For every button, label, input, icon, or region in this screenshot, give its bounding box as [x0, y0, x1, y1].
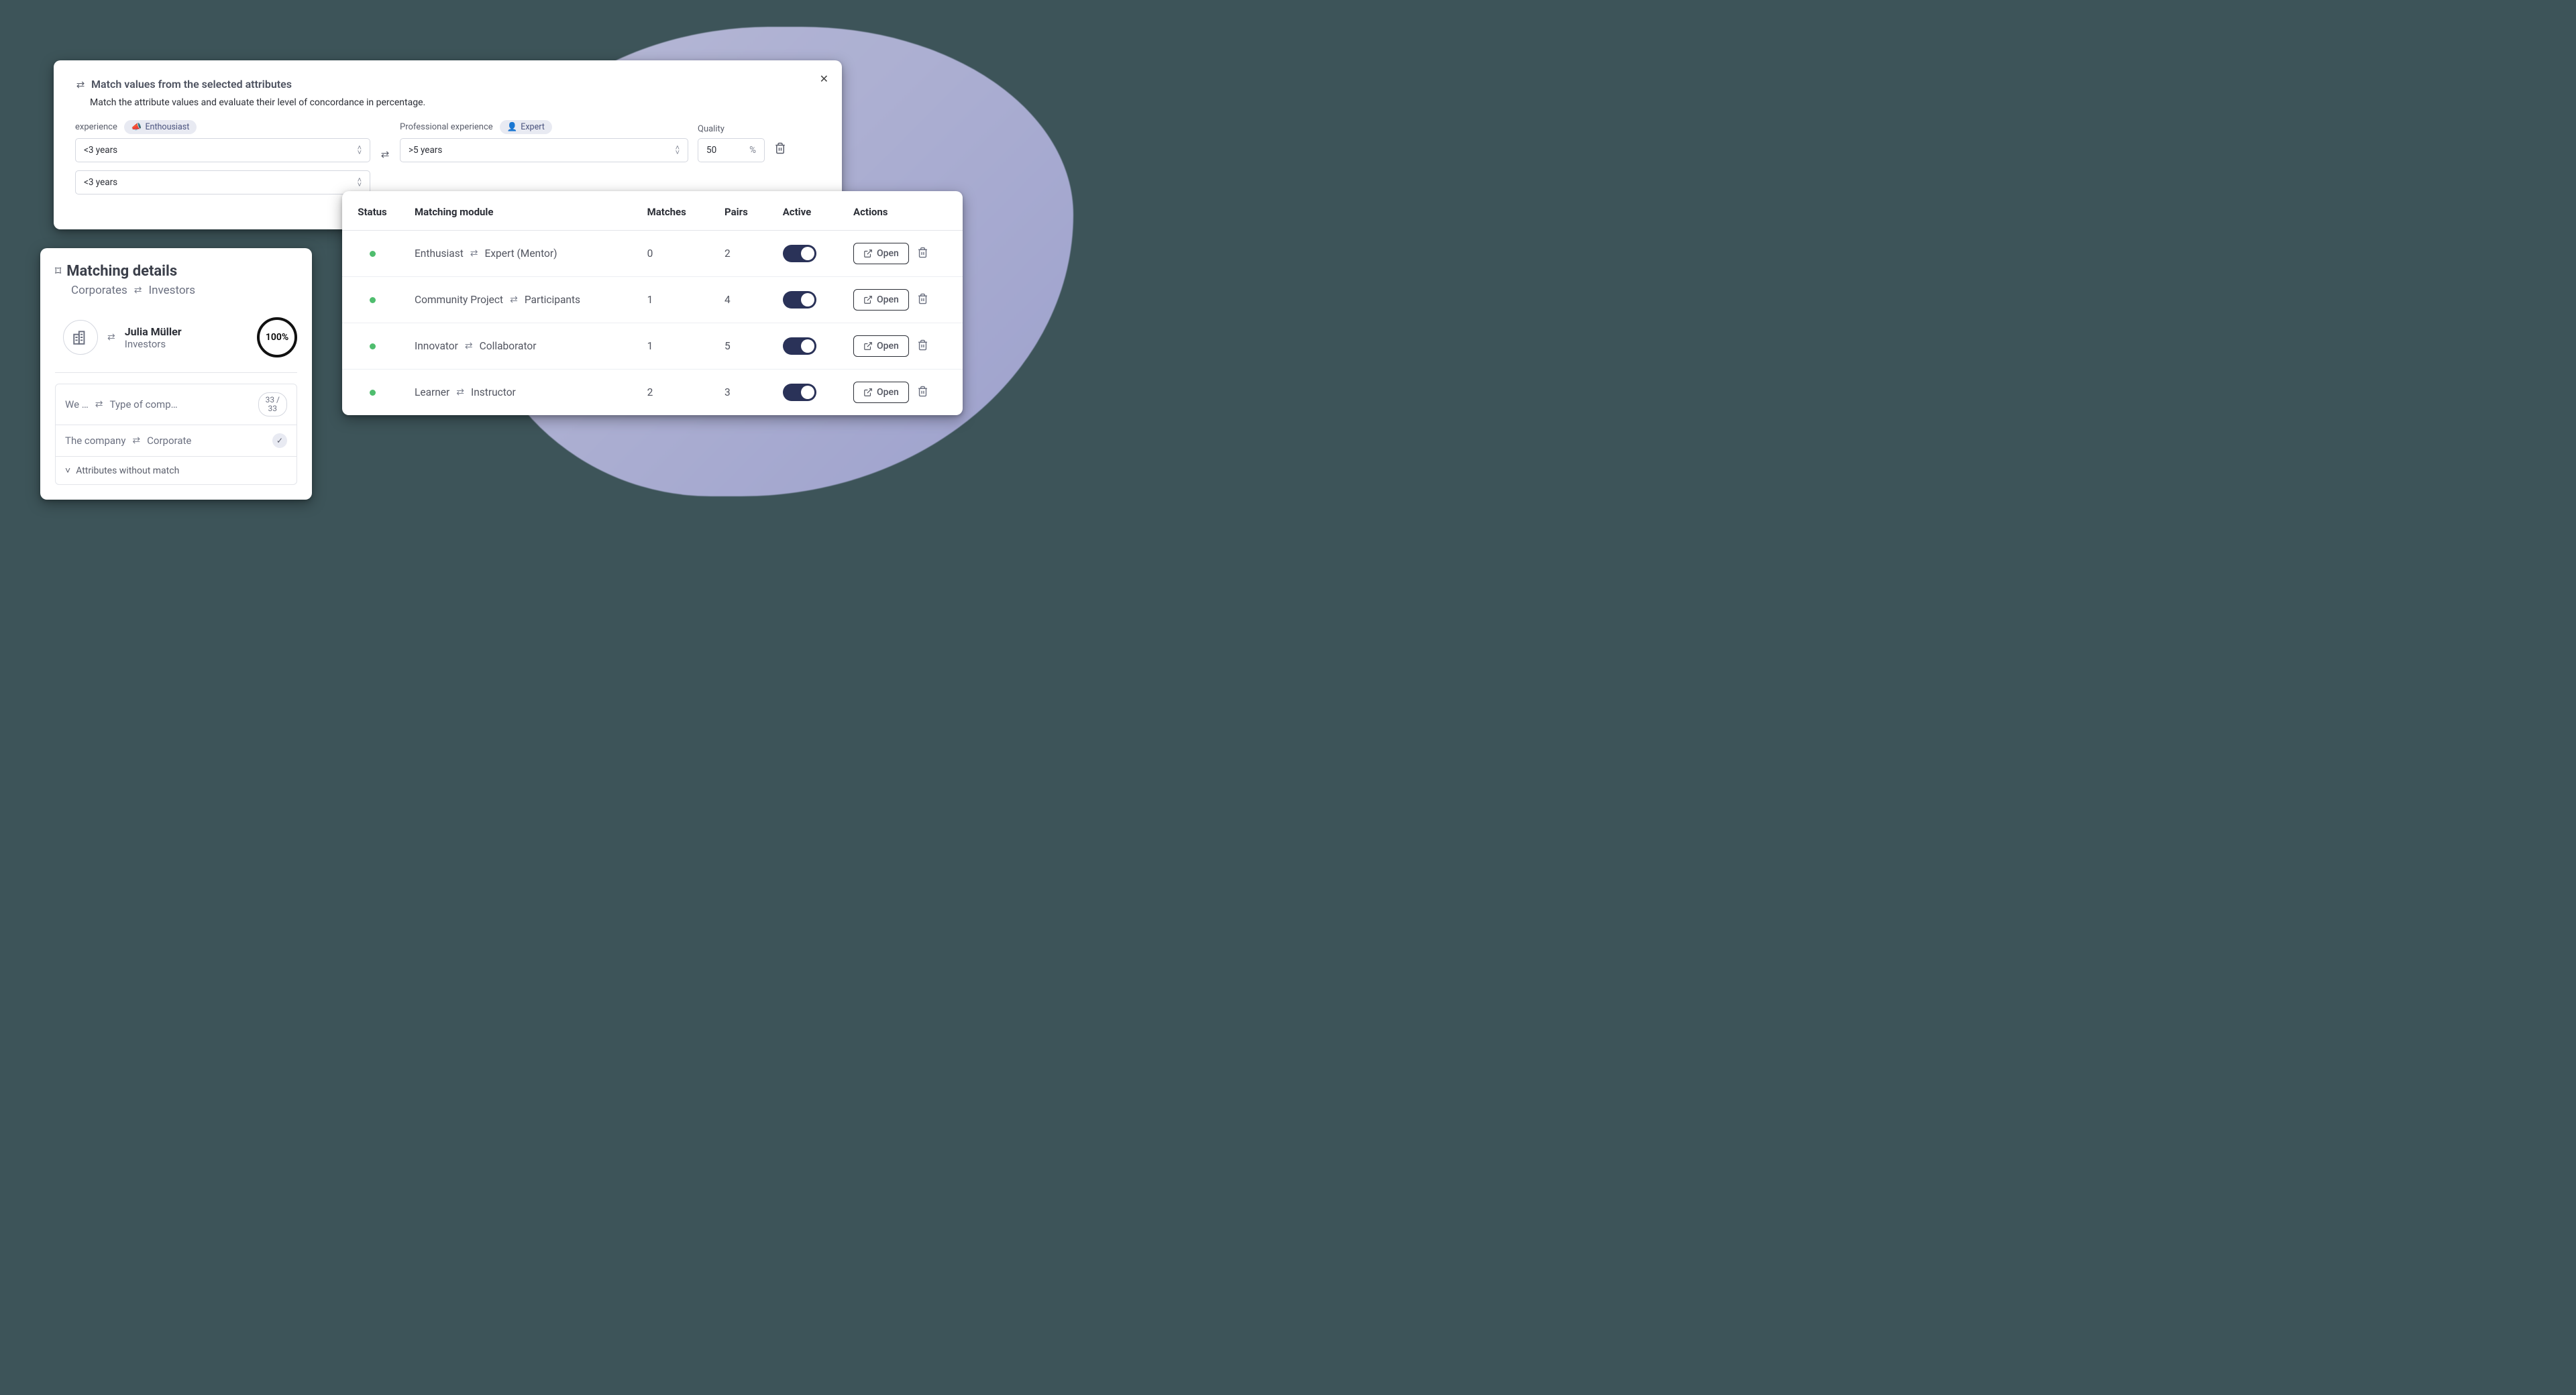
puzzle-icon	[55, 264, 61, 278]
module-cell: Community Project Participants	[415, 294, 623, 306]
experience-chip[interactable]: 📣 Enthousiast	[124, 120, 197, 134]
trash-icon[interactable]	[774, 142, 786, 162]
pairs-cell: 3	[712, 370, 771, 416]
status-dot	[370, 251, 376, 257]
swap-icon	[465, 341, 473, 351]
experience-label: experience	[75, 122, 117, 132]
megaphone-icon: 📣	[131, 122, 142, 132]
active-toggle[interactable]	[783, 337, 816, 355]
attributes-card: We … Type of comp… 33 / 33 The company C…	[55, 384, 297, 485]
table-row: Learner Instructor 2 3 Open	[342, 370, 963, 416]
table-row: Community Project Participants 1 4 Open	[342, 277, 963, 323]
swap-icon	[75, 82, 86, 87]
expand-attributes[interactable]: ˅ Attributes without match	[56, 457, 297, 484]
swap-icon	[510, 294, 518, 305]
chevron-updown-icon: ˄˅	[676, 146, 680, 155]
active-toggle[interactable]	[783, 291, 816, 309]
swap-icon	[107, 332, 115, 343]
swap-icon	[95, 399, 103, 410]
th-matches: Matches	[635, 191, 712, 231]
th-module: Matching module	[402, 191, 635, 231]
active-toggle[interactable]	[783, 245, 816, 262]
matches-cell: 2	[635, 370, 712, 416]
module-cell: Enthusiast Expert (Mentor)	[415, 247, 623, 260]
person-role: Investors	[125, 338, 248, 350]
open-button[interactable]: Open	[853, 382, 909, 403]
professional-label: Professional experience	[400, 122, 493, 132]
person-name: Julia Müller	[125, 325, 248, 338]
th-pairs: Pairs	[712, 191, 771, 231]
status-dot	[370, 343, 376, 349]
open-button[interactable]: Open	[853, 243, 909, 264]
matches-cell: 0	[635, 231, 712, 277]
details-right: Investors	[149, 284, 196, 297]
experience-select[interactable]: <3 years ˄˅	[75, 138, 370, 162]
chevron-down-icon: ˅	[65, 465, 70, 476]
th-active: Active	[771, 191, 841, 231]
matches-cell: 1	[635, 277, 712, 323]
matches-cell: 1	[635, 323, 712, 370]
open-button[interactable]: Open	[853, 335, 909, 357]
swap-icon	[456, 387, 464, 398]
person-icon: 👤	[507, 122, 518, 132]
module-cell: Innovator Collaborator	[415, 340, 623, 352]
details-left: Corporates	[71, 284, 127, 297]
swap-icon[interactable]	[380, 152, 390, 162]
module-cell: Learner Instructor	[415, 386, 623, 398]
quality-label: Quality	[698, 124, 724, 134]
open-button[interactable]: Open	[853, 289, 909, 311]
match-card-title: Match values from the selected attribute…	[91, 78, 292, 91]
professional-select[interactable]: >5 years ˄˅	[400, 138, 688, 162]
trash-icon[interactable]	[917, 386, 928, 400]
pairs-cell: 4	[712, 277, 771, 323]
trash-icon[interactable]	[917, 339, 928, 353]
experience-select-2[interactable]: <3 years ˄˅	[75, 170, 370, 194]
attr-score: 33 / 33	[258, 392, 287, 416]
status-dot	[370, 390, 376, 396]
modules-table-card: Status Matching module Matches Pairs Act…	[342, 191, 963, 415]
pairs-cell: 2	[712, 231, 771, 277]
active-toggle[interactable]	[783, 384, 816, 401]
trash-icon[interactable]	[917, 293, 928, 307]
attribute-row[interactable]: We … Type of comp… 33 / 33	[56, 384, 297, 425]
table-row: Innovator Collaborator 1 5 Open	[342, 323, 963, 370]
trash-icon[interactable]	[917, 247, 928, 261]
building-icon	[63, 320, 98, 355]
details-title: Matching details	[66, 263, 177, 280]
check-icon: ✓	[272, 433, 287, 448]
quality-input[interactable]: 50 %	[698, 138, 765, 162]
table-row: Enthusiast Expert (Mentor) 0 2 Open	[342, 231, 963, 277]
status-dot	[370, 297, 376, 303]
match-card-subtitle: Match the attribute values and evaluate …	[90, 97, 820, 108]
pairs-cell: 5	[712, 323, 771, 370]
chevron-updown-icon: ˄˅	[358, 146, 362, 155]
swap-icon	[132, 435, 140, 446]
close-icon[interactable]: ✕	[820, 72, 828, 85]
chevron-updown-icon: ˄˅	[358, 178, 362, 187]
score-badge: 100%	[257, 317, 297, 357]
th-actions: Actions	[841, 191, 963, 231]
attribute-row[interactable]: The company Corporate ✓	[56, 425, 297, 457]
th-status: Status	[342, 191, 402, 231]
swap-icon	[470, 248, 478, 259]
swap-icon	[134, 285, 142, 296]
matching-details-card: Matching details Corporates Investors Ju…	[40, 248, 312, 500]
professional-chip[interactable]: 👤 Expert	[500, 120, 552, 134]
